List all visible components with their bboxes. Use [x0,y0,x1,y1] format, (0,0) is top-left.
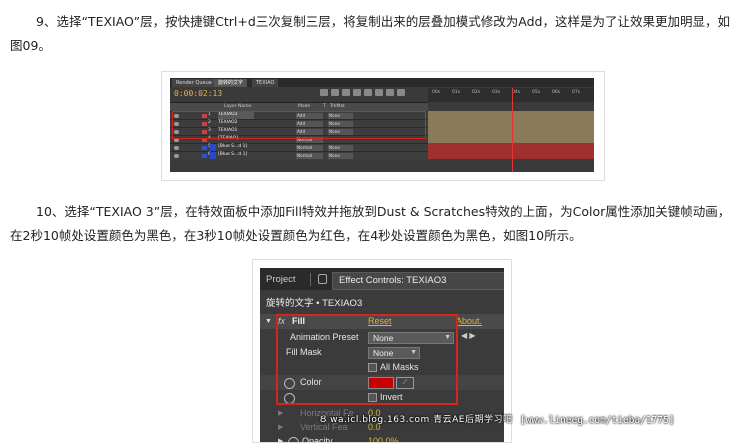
label-color-swatch[interactable] [202,154,207,158]
layer-name[interactable]: [Blue S...d 1] [218,144,254,151]
ruler-tick: 02s [472,90,481,95]
tool-icon[interactable] [353,89,361,96]
header-layer-name: Layer Name [224,104,252,109]
tool-icon[interactable] [320,89,328,96]
about-link[interactable]: About. [456,314,482,329]
triangle-right-icon[interactable]: ▶ [278,420,283,435]
tool-icon[interactable] [364,89,372,96]
highlight-box [172,111,426,139]
watermark-right: [www.lineeg.com/tieba/1775] [520,415,675,426]
layer-duration-bar[interactable] [428,111,594,119]
label-color-swatch[interactable] [202,146,207,150]
ruler-tick: 01s [452,90,461,95]
layer-solid-icon [210,144,216,151]
tool-icon[interactable] [331,89,339,96]
effect-controls-title: Effect Controls: TEXIAO3 [339,275,447,286]
paragraph-step-9: 9、选择“TEXIAO”层，按快捷键Ctrl+d三次复制三层，将复制出来的层叠加… [0,10,750,58]
trkmat-select[interactable]: None [328,153,353,159]
ruler-tick: 00s [432,90,441,95]
layer-duration-bar[interactable] [428,135,594,143]
triangle-down-icon[interactable]: ▼ [265,314,272,329]
tab-composition[interactable]: 旋转的文字 [214,79,248,87]
highlight-box [276,314,458,405]
timeline-panel: Render Queue 旋转的文字 TEXIAO 0:00:02:13 00s… [170,78,594,172]
stopwatch-icon[interactable] [288,437,299,442]
eye-icon[interactable] [174,146,179,150]
playhead[interactable] [512,88,513,172]
timeline-tabs: Render Queue 旋转的文字 TEXIAO [170,78,594,87]
watermark-left: Ȣ wa.icl.blog.163.com 青云AE后期学习吧 [320,415,513,425]
ruler-tick: 06s [552,90,561,95]
tool-icon[interactable] [342,89,350,96]
preset-nav-arrows[interactable]: ◀ ▶ [461,331,476,340]
layer-duration-bar[interactable] [428,127,594,135]
tab-divider [310,273,311,286]
mode-select[interactable]: Normal [296,153,323,159]
lock-icon[interactable] [318,274,327,284]
time-ruler[interactable]: 00s 01s 02s 03s 04s 05s 06s 07s [428,88,594,102]
tab-texiao[interactable]: TEXIAO [252,79,279,87]
timeline-toolbar [320,89,430,98]
ruler-tick: 03s [492,90,501,95]
triangle-right-icon[interactable]: ▶ [278,406,283,421]
layer-solid-icon [210,152,216,159]
layer-row[interactable]: 6 [Blue S...d 1] Normal None [170,151,428,160]
header-trkmat: TrkMat [330,104,345,109]
figure-09-timeline: Render Queue 旋转的文字 TEXIAO 0:00:02:13 00s… [161,71,605,181]
header-mode: Mode [298,104,311,109]
paragraph-step-10-line2: 在2秒10帧处设置颜色为黑色，在3秒10帧处设置颜色为红色，在4秒处设置颜色为黑… [10,228,582,243]
ruler-tick: 05s [532,90,541,95]
layer-duration-bar[interactable] [428,151,594,159]
tool-icon[interactable] [386,89,394,96]
paragraph-step-10: 10、选择“TEXIAO 3”层，在特效面板中添加Fill特效并拖放到Dust … [0,200,750,248]
paragraph-step-9-line2: 图09。 [10,38,51,53]
layer-duration-bar[interactable] [428,143,594,151]
layer-name[interactable]: [Blue S...d 1] [218,152,254,159]
tab-render-queue[interactable]: Render Queue [172,79,216,87]
paragraph-step-9-line1: 9、选择“TEXIAO”层，按快捷键Ctrl+d三次复制三层，将复制出来的层叠加… [36,14,730,29]
ruler-tick: 04s [512,90,521,95]
tool-icon[interactable] [375,89,383,96]
panel-tabs: Project Effect Controls: TEXIAO3 [260,268,504,290]
timecode-display[interactable]: 0:00:02:13 [174,89,222,98]
paragraph-step-10-line1: 10、选择“TEXIAO 3”层，在特效面板中添加Fill特效并拖放到Dust … [36,204,731,219]
eye-icon[interactable] [174,154,179,158]
tab-project[interactable]: Project [266,274,296,285]
layer-duration-bar[interactable] [428,119,594,127]
breadcrumb: 旋转的文字 • TEXIAO3 [266,298,363,309]
header-t: T [323,104,326,109]
tool-icon[interactable] [397,89,405,96]
layer-header: Layer Name Mode T TrkMat [170,102,428,111]
ruler-tick: 07s [572,90,581,95]
tab-effect-controls[interactable]: Effect Controls: TEXIAO3 [332,272,504,290]
